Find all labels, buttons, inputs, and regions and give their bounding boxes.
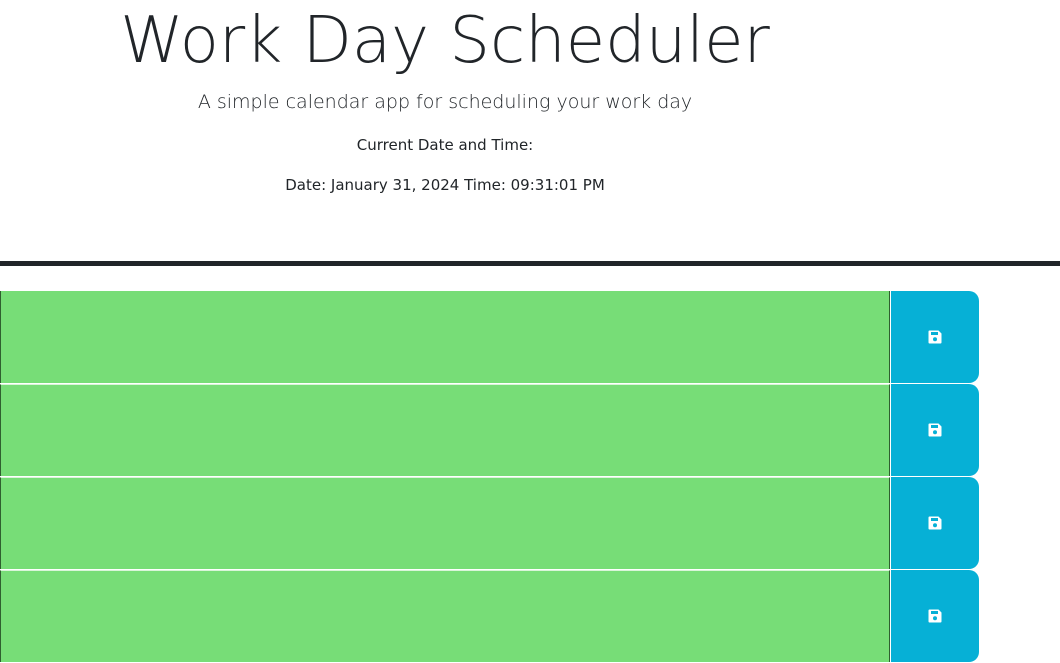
save-icon [928,516,942,530]
time-block [0,477,980,570]
save-icon [928,609,942,623]
time-block [0,570,980,663]
save-icon [928,423,942,437]
save-button[interactable] [891,477,979,569]
current-date-time-value: Date: January 31, 2024 Time: 09:31:01 PM [285,176,605,194]
page-header: Work Day Scheduler A simple calendar app… [0,0,890,262]
save-icon [928,330,942,344]
header-divider [0,261,1060,266]
time-block [0,384,980,477]
time-block-list [0,291,980,663]
save-button[interactable] [891,384,979,476]
current-date-time-label: Current Date and Time: [356,136,534,154]
page-title: Work Day Scheduler [120,4,770,78]
time-block-description[interactable] [0,570,890,662]
save-button[interactable] [891,570,979,662]
page-subtitle: A simple calendar app for scheduling you… [197,91,693,113]
time-block-description[interactable] [0,291,890,383]
time-block-description[interactable] [0,384,890,476]
time-block-description[interactable] [0,477,890,569]
time-block [0,291,980,384]
save-button[interactable] [891,291,979,383]
